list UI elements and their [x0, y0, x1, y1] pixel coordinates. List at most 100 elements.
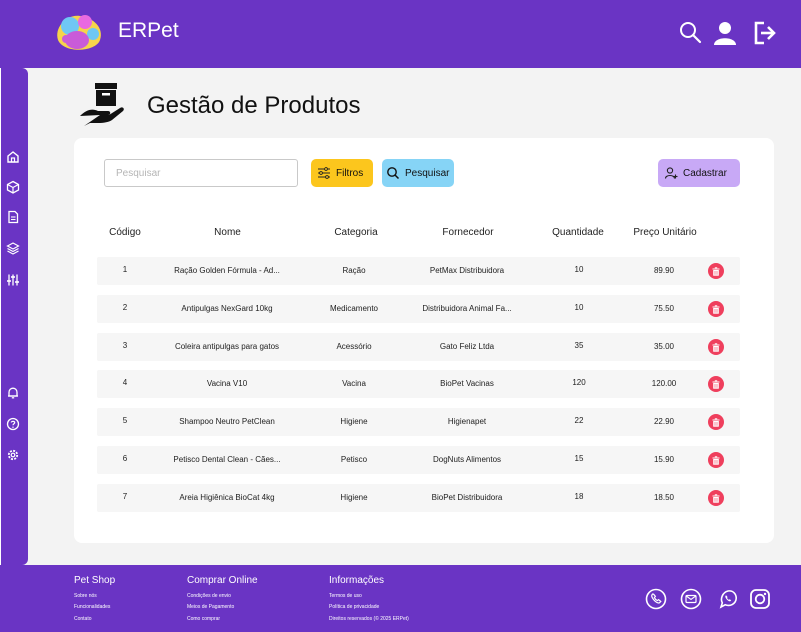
cell-quantity: 18 — [574, 492, 584, 501]
cell-code: 3 — [122, 341, 128, 350]
cell-category: Medicamento — [329, 304, 379, 313]
delete-button[interactable] — [708, 263, 724, 279]
magnifier-icon — [387, 167, 400, 180]
bell-icon[interactable] — [6, 386, 20, 400]
delete-button[interactable] — [708, 414, 724, 430]
search-input[interactable] — [104, 159, 298, 187]
instagram-icon[interactable] — [749, 588, 771, 610]
delete-button[interactable] — [708, 376, 724, 392]
footer-link[interactable]: Como comprar — [187, 616, 220, 622]
cell-code: 4 — [122, 378, 128, 387]
cell-unit-price: 75.50 — [653, 304, 675, 313]
footer-heading: Comprar Online — [187, 575, 258, 586]
table-row[interactable]: 7 Areia Higiênica BioCat 4kg Higiene Bio… — [97, 484, 740, 512]
cell-category: Higiene — [340, 493, 368, 502]
cell-supplier: PetMax Distribuidora — [429, 266, 505, 275]
cell-supplier: BioPet Vacinas — [440, 379, 494, 388]
trash-icon — [712, 455, 720, 465]
user-icon[interactable] — [712, 20, 738, 46]
cell-name: Antipulgas NexGard 10kg — [181, 304, 273, 313]
footer: Pet Shop Sobre nós Funcionalidades Conta… — [0, 565, 801, 632]
delete-button[interactable] — [708, 301, 724, 317]
footer-link[interactable]: Condições de envio — [187, 593, 231, 599]
box-icon[interactable] — [6, 180, 20, 194]
cell-quantity: 120 — [572, 378, 586, 387]
cell-unit-price: 35.00 — [653, 342, 675, 351]
footer-link[interactable]: Funcionalidades — [74, 604, 110, 610]
table-row[interactable]: 6 Petisco Dental Clean - Cães... Petisco… — [97, 446, 740, 474]
cell-unit-price: 89.90 — [653, 266, 675, 275]
cell-code: 6 — [122, 454, 128, 463]
search-icon[interactable] — [678, 20, 704, 46]
cell-name: Coleira antipulgas para gatos — [174, 342, 280, 351]
filters-button[interactable]: Filtros — [311, 159, 373, 187]
cell-category: Ração — [342, 266, 366, 275]
gear-icon[interactable] — [6, 448, 20, 462]
trash-icon — [712, 417, 720, 427]
footer-heading: Informações — [329, 575, 385, 586]
cell-name: Areia Higiênica BioCat 4kg — [179, 493, 275, 502]
cell-code: 7 — [122, 492, 128, 501]
top-header: ERPet — [0, 0, 801, 68]
whatsapp-icon[interactable] — [717, 588, 739, 610]
help-icon[interactable] — [6, 417, 20, 431]
cell-name: Vacina V10 — [206, 379, 248, 388]
cell-supplier: BioPet Distribuidora — [431, 493, 503, 502]
trash-icon — [712, 266, 720, 276]
trash-icon — [712, 304, 720, 314]
cell-unit-price: 15.90 — [653, 455, 675, 464]
trash-icon — [712, 493, 720, 503]
delete-button[interactable] — [708, 490, 724, 506]
footer-link[interactable]: Direitos reservados (© 2025 ERPet) — [329, 616, 409, 622]
cell-supplier: Gato Feliz Ltda — [439, 342, 495, 351]
cell-quantity: 35 — [574, 341, 584, 350]
filter-sliders-icon — [318, 167, 330, 179]
column-header-category: Categoria — [334, 227, 378, 238]
trash-icon — [712, 342, 720, 352]
footer-link[interactable]: Sobre nós — [74, 593, 97, 599]
cell-quantity: 22 — [574, 416, 584, 425]
search-button[interactable]: Pesquisar — [382, 159, 454, 187]
cell-name: Shampoo Neutro PetClean — [179, 417, 275, 426]
filters-label: Filtros — [336, 167, 364, 179]
product-box-hand-icon — [80, 83, 124, 126]
cell-category: Acessório — [336, 342, 372, 351]
table-row[interactable]: 4 Vacina V10 Vacina BioPet Vacinas 120 1… — [97, 370, 740, 398]
register-button[interactable]: Cadastrar — [658, 159, 740, 187]
cell-quantity: 10 — [574, 265, 584, 274]
delete-button[interactable] — [708, 339, 724, 355]
cell-category: Higiene — [340, 417, 368, 426]
footer-link[interactable]: Política de privacidade — [329, 604, 379, 610]
delete-button[interactable] — [708, 452, 724, 468]
sidebar-edge — [0, 68, 1, 565]
register-label: Cadastrar — [683, 167, 727, 179]
column-header-name: Nome — [214, 227, 241, 238]
cell-supplier: Higienapet — [447, 417, 487, 426]
cell-code: 2 — [122, 303, 128, 312]
paw-logo-icon — [57, 15, 101, 50]
footer-link[interactable]: Contato — [74, 616, 92, 622]
footer-link[interactable]: Termos de uso — [329, 593, 362, 599]
cell-unit-price: 22.90 — [653, 417, 675, 426]
cell-name: Ração Golden Fórmula - Ad... — [174, 266, 280, 275]
cell-quantity: 15 — [574, 454, 584, 463]
sidebar — [0, 68, 28, 565]
table-row[interactable]: 1 Ração Golden Fórmula - Ad... Ração Pet… — [97, 257, 740, 285]
cell-supplier: DogNuts Alimentos — [432, 455, 502, 464]
footer-link[interactable]: Meios de Pagamento — [187, 604, 234, 610]
logout-icon[interactable] — [752, 20, 778, 46]
home-icon[interactable] — [6, 150, 20, 164]
column-header-quantity: Quantidade — [552, 227, 604, 238]
cell-unit-price: 120.00 — [651, 379, 677, 388]
table-row[interactable]: 3 Coleira antipulgas para gatos Acessóri… — [97, 333, 740, 361]
sliders-icon[interactable] — [6, 273, 20, 287]
document-icon[interactable] — [6, 210, 20, 224]
table-row[interactable]: 2 Antipulgas NexGard 10kg Medicamento Di… — [97, 295, 740, 323]
phone-icon[interactable] — [645, 588, 667, 610]
email-icon[interactable] — [680, 588, 702, 610]
cell-code: 1 — [122, 265, 128, 274]
table-row[interactable]: 5 Shampoo Neutro PetClean Higiene Higien… — [97, 408, 740, 436]
search-button-label: Pesquisar — [405, 167, 450, 179]
cell-quantity: 10 — [574, 303, 584, 312]
layers-icon[interactable] — [6, 241, 20, 255]
